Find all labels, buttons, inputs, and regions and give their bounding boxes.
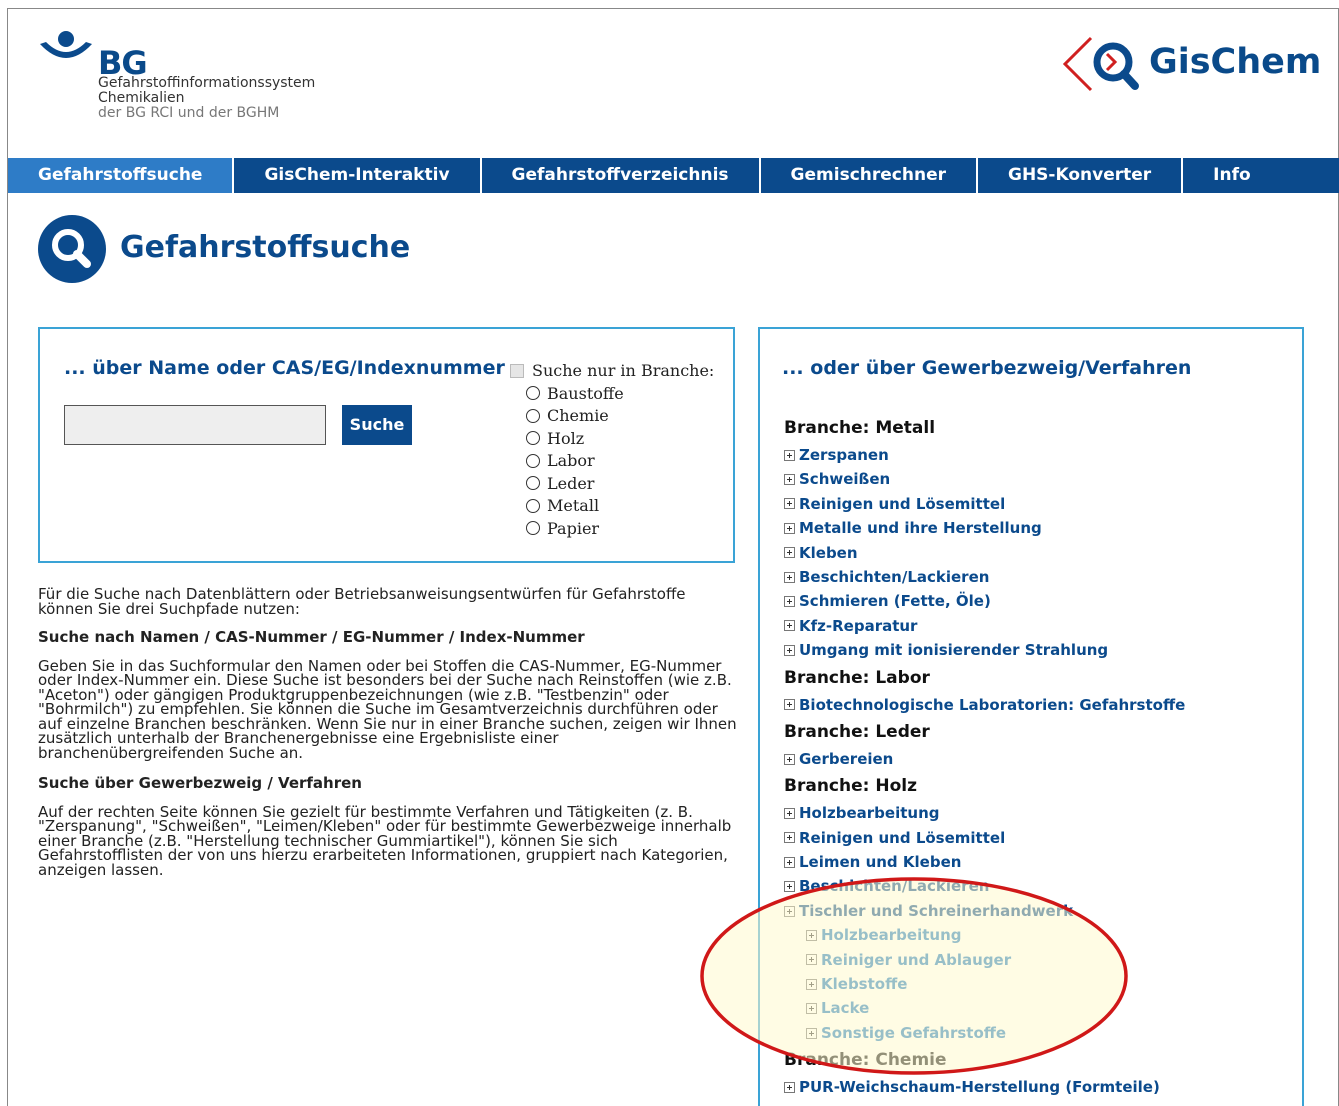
- expand-icon[interactable]: [784, 474, 795, 486]
- expand-icon[interactable]: [784, 644, 795, 656]
- expand-icon[interactable]: [784, 1081, 795, 1093]
- radio-icon: [526, 408, 540, 423]
- info-intro: Für die Suche nach Datenblättern oder Be…: [38, 585, 686, 618]
- radio-metall[interactable]: Metall: [526, 495, 714, 518]
- radio-icon: [526, 386, 540, 401]
- radio-icon: [526, 453, 540, 468]
- gischem-logo[interactable]: GisChem: [1061, 34, 1321, 104]
- tree-item[interactable]: Holzbearbeitung: [784, 801, 1284, 825]
- info-heading-branch-search: Suche über Gewerbezweig / Verfahren: [38, 774, 362, 792]
- main-nav: Gefahrstoffsuche GisChem-Interaktiv Gefa…: [8, 158, 1339, 193]
- bg-logo-subtitle: Gefahrstoffinformationssystem Chemikalie…: [98, 75, 316, 121]
- branch-title-labor: Branche: Labor: [784, 667, 930, 688]
- tree-item[interactable]: Tischler und Schreinerhandwerk: [784, 899, 1284, 923]
- tree-item[interactable]: Beschichten/Lackieren: [784, 565, 1284, 589]
- branch-panel: ... oder über Gewerbezweig/Verfahren Bra…: [758, 327, 1304, 1106]
- checkbox-icon: [510, 363, 524, 378]
- radio-icon: [526, 431, 540, 446]
- gischem-logo-text: GisChem: [1149, 42, 1322, 82]
- radio-papier[interactable]: Papier: [526, 517, 714, 540]
- expand-icon[interactable]: [784, 807, 795, 819]
- expand-icon[interactable]: [784, 856, 795, 868]
- tab-gefahrstoffsuche[interactable]: Gefahrstoffsuche: [8, 158, 235, 193]
- expand-icon[interactable]: [784, 832, 795, 844]
- tree-item[interactable]: Schmieren (Fette, Öle): [784, 589, 1284, 613]
- bg-logo-icon: [40, 31, 92, 58]
- expand-icon[interactable]: [806, 1003, 817, 1015]
- tree-subitem[interactable]: Sonstige Gefahrstoffe: [784, 1021, 1284, 1045]
- branch-title-chemie: Branche: Chemie: [784, 1050, 947, 1071]
- tree-item[interactable]: Zerspanen: [784, 443, 1284, 467]
- search-input[interactable]: [64, 405, 326, 445]
- info-text: Für die Suche nach Datenblättern oder Be…: [38, 587, 738, 877]
- branch-title-leder: Branche: Leder: [784, 721, 930, 742]
- tree-subitem[interactable]: Reiniger und Ablauger: [784, 948, 1284, 972]
- expand-icon[interactable]: [806, 929, 817, 941]
- tree-item[interactable]: Leimen und Kleben: [784, 850, 1284, 874]
- expand-icon[interactable]: [784, 522, 795, 534]
- branch-title-holz: Branche: Holz: [784, 776, 917, 797]
- radio-icon: [526, 476, 540, 491]
- search-button[interactable]: Suche: [342, 405, 412, 445]
- expand-icon[interactable]: [806, 978, 817, 990]
- expand-icon[interactable]: [784, 571, 795, 583]
- expand-icon[interactable]: [784, 905, 795, 917]
- info-heading-name-search: Suche nach Namen / CAS-Nummer / EG-Numme…: [38, 628, 585, 646]
- name-search-panel: ... über Name oder CAS/EG/Indexnummer Su…: [38, 327, 735, 563]
- radio-icon: [526, 498, 540, 513]
- expand-icon[interactable]: [784, 699, 795, 711]
- page-title: Gefahrstoffsuche: [120, 230, 411, 265]
- tree-item[interactable]: Reinigen und Lösemittel: [784, 826, 1284, 850]
- expand-icon[interactable]: [784, 881, 795, 893]
- radio-labor[interactable]: Labor: [526, 450, 714, 473]
- branch-filter: Suche nur in Branche: Baustoffe Chemie H…: [510, 361, 714, 540]
- expand-icon[interactable]: [806, 954, 817, 966]
- bg-logo[interactable]: BG Gefahrstoffinformationssystem Chemika…: [38, 30, 315, 121]
- tree-item[interactable]: Kfz-Reparatur: [784, 614, 1284, 638]
- branch-tree: Branche: Metall Zerspanen Schweißen Rein…: [784, 413, 1284, 1100]
- expand-icon[interactable]: [784, 547, 795, 559]
- radio-leder[interactable]: Leder: [526, 472, 714, 495]
- branch-title-metall: Branche: Metall: [784, 418, 936, 438]
- tab-gemischrechner[interactable]: Gemischrechner: [761, 158, 978, 193]
- tree-subitem[interactable]: Holzbearbeitung: [784, 923, 1284, 947]
- branch-panel-heading: ... oder über Gewerbezweig/Verfahren: [782, 357, 1192, 379]
- expand-icon[interactable]: [784, 620, 795, 632]
- name-search-heading: ... über Name oder CAS/EG/Indexnummer: [64, 357, 505, 379]
- tree-item[interactable]: Schweißen: [784, 467, 1284, 491]
- info-paragraph-name-search: Geben Sie in das Suchformular den Namen …: [38, 656, 737, 762]
- gischem-logo-icon: [1062, 36, 1139, 92]
- tab-ghs-konverter[interactable]: GHS-Konverter: [978, 158, 1184, 193]
- search-icon: [38, 215, 106, 283]
- tree-item[interactable]: PUR-Weichschaum-Herstellung (Formteile): [784, 1075, 1284, 1099]
- expand-icon[interactable]: [784, 498, 795, 510]
- tree-subitem[interactable]: Lacke: [784, 996, 1284, 1020]
- radio-holz[interactable]: Holz: [526, 427, 714, 450]
- tree-item[interactable]: Beschichten/Lackieren: [784, 874, 1284, 898]
- tab-gefahrstoffverzeichnis[interactable]: Gefahrstoffverzeichnis: [482, 158, 761, 193]
- tree-item[interactable]: Kleben: [784, 541, 1284, 565]
- tree-subitem[interactable]: Klebstoffe: [784, 972, 1284, 996]
- expand-icon[interactable]: [784, 596, 795, 608]
- tree-item[interactable]: Gerbereien: [784, 747, 1284, 771]
- tab-info[interactable]: Info: [1183, 158, 1281, 193]
- expand-icon[interactable]: [806, 1027, 817, 1039]
- tree-item[interactable]: Umgang mit ionisierender Strahlung: [784, 638, 1284, 662]
- tab-gischem-interaktiv[interactable]: GisChem-Interaktiv: [234, 158, 482, 193]
- tree-item[interactable]: Metalle und ihre Herstellung: [784, 516, 1284, 540]
- tree-item[interactable]: Reinigen und Lösemittel: [784, 492, 1284, 516]
- branch-only-checkbox[interactable]: Suche nur in Branche:: [510, 361, 714, 380]
- expand-icon[interactable]: [784, 753, 795, 765]
- radio-baustoffe[interactable]: Baustoffe: [526, 382, 714, 405]
- radio-icon: [526, 521, 540, 536]
- tree-item[interactable]: Biotechnologische Laboratorien: Gefahrst…: [784, 693, 1284, 717]
- expand-icon[interactable]: [784, 449, 795, 461]
- info-paragraph-branch-search: Auf der rechten Seite können Sie gezielt…: [38, 802, 732, 879]
- radio-chemie[interactable]: Chemie: [526, 405, 714, 428]
